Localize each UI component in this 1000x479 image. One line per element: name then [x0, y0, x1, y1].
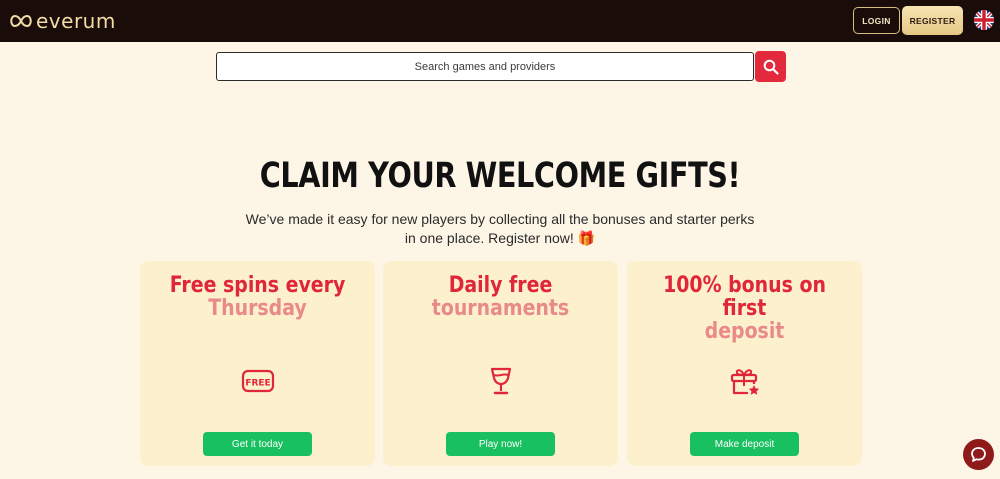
infinity-logo-icon [10, 14, 32, 28]
card-title-line2: tournaments [431, 296, 570, 321]
svg-text:FREE: FREE [245, 379, 270, 389]
chat-bubble-icon [971, 447, 986, 462]
card-title: 100% bonus on first deposit [643, 274, 845, 343]
page-title: CLAIM YOUR WELCOME GIFTS! [259, 156, 741, 196]
register-button[interactable]: REGISTER [902, 6, 963, 35]
search-button[interactable] [755, 51, 786, 82]
login-button[interactable]: LOGIN [853, 7, 900, 34]
everum-logo[interactable]: everum [8, 10, 116, 32]
get-it-today-button[interactable]: Get it today [203, 432, 312, 456]
bonus-card-free-spins: Free spins every Thursday FREE Get it to… [140, 261, 375, 466]
card-title-line1: Daily free [448, 273, 553, 298]
card-title-line1: Free spins every [169, 273, 346, 298]
card-title: Free spins every Thursday [156, 274, 358, 320]
search-icon [763, 59, 779, 75]
make-deposit-button[interactable]: Make deposit [690, 432, 799, 456]
search-input[interactable] [216, 52, 754, 81]
top-navigation-bar: everum LOGIN REGISTER [0, 0, 1000, 42]
bonus-card-tournaments: Daily free tournaments Play now! [383, 261, 618, 466]
card-title-line2: Thursday [208, 296, 307, 321]
card-title-line1: 100% bonus on first [663, 273, 826, 321]
gift-star-icon [730, 369, 759, 395]
free-badge-icon: FREE [241, 369, 274, 393]
live-chat-button[interactable] [963, 439, 994, 470]
uk-flag-icon[interactable] [974, 10, 994, 30]
card-title: Daily free tournaments [399, 274, 601, 320]
play-now-button[interactable]: Play now! [446, 432, 555, 456]
bonus-card-deposit: 100% bonus on first deposit Make deposit [627, 261, 862, 466]
logo-text: everum [36, 9, 116, 33]
card-title-line2: deposit [704, 319, 785, 344]
hero-subtitle: We’ve made it easy for new players by co… [245, 211, 755, 246]
trophy-icon [490, 367, 511, 395]
